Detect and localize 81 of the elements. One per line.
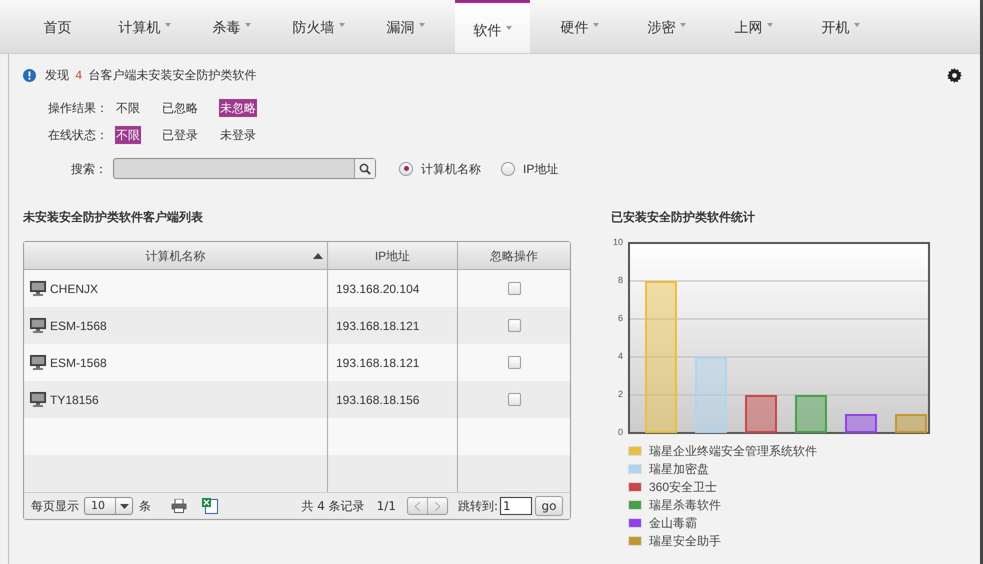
radio-label: 计算机名称 xyxy=(421,160,481,178)
table-cell-text: 193.168.18.121 xyxy=(336,354,420,372)
legend-label: 360安全卫士 xyxy=(649,479,718,496)
legend-label: 金山毒霸 xyxy=(649,515,697,532)
checkbox[interactable] xyxy=(508,356,520,369)
table-cell-text: ESM-1568 xyxy=(50,354,107,372)
axis-tick-label: 6 xyxy=(618,314,623,323)
filter-label: 操作结果： xyxy=(48,100,109,117)
monitor-icon xyxy=(30,318,46,333)
spreadsheet-icon[interactable] xyxy=(202,498,218,514)
axis-tick-label: 4 xyxy=(618,352,623,361)
info-icon xyxy=(23,68,36,82)
dropdown-arrow-icon xyxy=(120,504,128,508)
section-title: 未安装安全防护类软件客户端列表 xyxy=(23,209,204,226)
per-page-select[interactable]: 10 xyxy=(84,497,133,515)
axis-tick-label: 0 xyxy=(618,428,623,437)
legend-label: 瑞星安全助手 xyxy=(649,533,721,550)
search-icon xyxy=(359,162,371,174)
record-count: 共 4 条记录 xyxy=(301,498,365,515)
search-label: 搜索： xyxy=(71,160,108,178)
checkbox[interactable] xyxy=(508,282,520,295)
monitor-icon xyxy=(30,392,46,407)
axis-tick-label: 10 xyxy=(612,238,623,247)
previous-icon xyxy=(414,502,420,510)
axis-tick-label: 2 xyxy=(618,390,623,399)
table-cell-text: 193.168.20.104 xyxy=(336,280,420,298)
nav-tab[interactable]: 漏洞 xyxy=(368,0,443,53)
go-button[interactable]: go xyxy=(535,496,563,516)
nav-tab[interactable]: 首页 xyxy=(20,0,95,53)
settings-icon[interactable] xyxy=(947,68,962,82)
filter-option[interactable]: 不限 xyxy=(115,99,141,117)
next-icon xyxy=(434,502,440,510)
page-indicator: 1/1 xyxy=(376,498,396,515)
page-input[interactable]: 1 xyxy=(500,497,532,515)
filter-option[interactable]: 未登录 xyxy=(219,126,257,144)
nav-tab[interactable]: 防火墙 xyxy=(281,0,356,53)
nav-tab[interactable]: 计算机 xyxy=(107,0,182,53)
filter-option[interactable]: 未忽略 xyxy=(219,99,257,117)
search-field[interactable] xyxy=(113,158,376,179)
monitor-icon xyxy=(30,355,46,370)
nav-tab[interactable]: 开机 xyxy=(803,0,878,53)
search-button[interactable] xyxy=(354,159,375,178)
axis-tick-label: 8 xyxy=(618,276,623,285)
table-cell-text: TY18156 xyxy=(50,392,99,408)
bar xyxy=(795,395,827,433)
jump-label: 跳转到: xyxy=(458,498,498,515)
nav-tab[interactable]: 硬件 xyxy=(542,0,617,53)
filter-option[interactable]: 已忽略 xyxy=(161,99,199,117)
filter-option[interactable]: 已登录 xyxy=(161,126,199,144)
legend-label: 瑞星杀毒软件 xyxy=(649,497,721,514)
filter-option[interactable]: 不限 xyxy=(115,126,141,144)
bar xyxy=(745,395,777,433)
table-cell-text: ESM-1568 xyxy=(50,318,107,334)
per-page-label: 每页显示 xyxy=(31,498,79,515)
checkbox[interactable] xyxy=(508,393,520,406)
monitor-icon xyxy=(30,281,46,296)
per-page-unit: 条 xyxy=(139,498,151,515)
radio-label: IP地址 xyxy=(523,160,558,178)
radio-button[interactable] xyxy=(501,162,515,176)
column-header[interactable]: 计算机名称 xyxy=(24,242,328,269)
nav-tab[interactable]: 杀毒 xyxy=(194,0,269,53)
print-icon[interactable] xyxy=(171,499,187,513)
legend-label: 瑞星企业终端安全管理系统软件 xyxy=(649,443,817,460)
pager-buttons[interactable] xyxy=(406,497,448,515)
notice-text: 发现 4 台客户端未安装安全防护类软件 xyxy=(45,67,256,84)
bar xyxy=(845,414,877,433)
filter-label: 在线状态： xyxy=(48,127,109,144)
sort-ascending-icon xyxy=(313,253,323,259)
table-cell-text: 193.168.18.121 xyxy=(336,318,420,334)
nav-tab[interactable]: 软件 xyxy=(455,0,530,53)
nav-tab[interactable]: 上网 xyxy=(716,0,791,53)
nav-tab[interactable]: 涉密 xyxy=(629,0,704,53)
checkbox[interactable] xyxy=(508,319,520,332)
column-header[interactable]: 忽略操作 xyxy=(458,242,570,269)
legend-label: 瑞星加密盘 xyxy=(649,461,709,478)
table-cell-text: 193.168.18.156 xyxy=(336,392,420,408)
table-cell-text: CHENJX xyxy=(50,280,98,298)
chart-title: 已安装安全防护类软件统计 xyxy=(611,209,756,226)
radio-button[interactable] xyxy=(399,162,413,176)
bar xyxy=(895,414,927,433)
column-header[interactable]: IP地址 xyxy=(328,242,458,269)
